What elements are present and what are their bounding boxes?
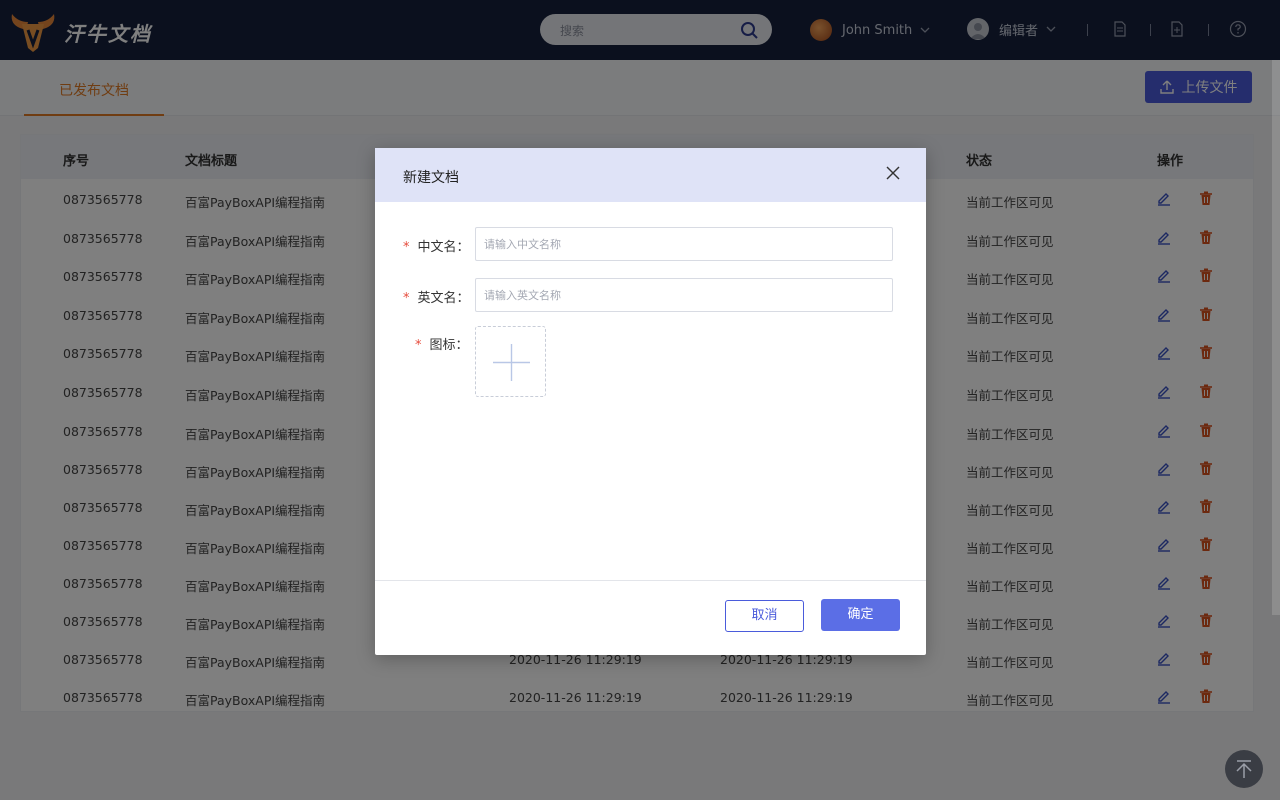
back-to-top-icon: [1236, 760, 1252, 778]
scrollbar[interactable]: [1272, 60, 1280, 615]
chinese-name-field[interactable]: [475, 227, 893, 261]
required-mark: *: [403, 291, 410, 306]
back-to-top-button[interactable]: [1225, 750, 1263, 788]
chinese-name-label: * 中文名：: [403, 240, 470, 255]
new-document-dialog: 新建文档 *中文名： *英文名： *图标： 取消 确定: [375, 148, 926, 655]
cancel-button[interactable]: 取消: [725, 600, 804, 632]
close-icon[interactable]: [884, 164, 902, 182]
confirm-button[interactable]: 确定: [821, 599, 900, 631]
english-name-field[interactable]: [475, 278, 893, 312]
chinese-name-input[interactable]: [476, 228, 892, 260]
english-name-input[interactable]: [476, 279, 892, 311]
required-mark: *: [415, 338, 422, 353]
plus-icon: [493, 344, 530, 381]
english-name-label: * 英文名：: [403, 291, 470, 306]
required-mark: *: [403, 240, 410, 255]
icon-label: * 图标：: [415, 338, 469, 353]
icon-upload-box[interactable]: [475, 326, 546, 397]
dialog-title: 新建文档: [403, 170, 459, 186]
dialog-header: 新建文档: [375, 148, 926, 202]
dialog-footer-divider: [375, 580, 926, 581]
